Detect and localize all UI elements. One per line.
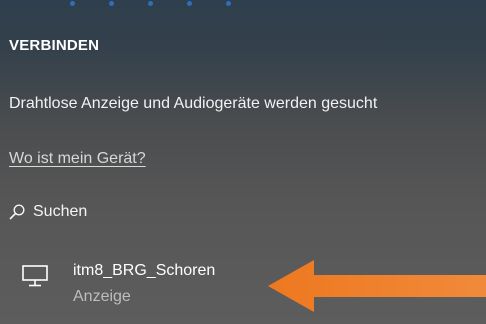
arrow-left-icon <box>266 258 486 319</box>
help-link[interactable]: Wo ist mein Gerät? <box>9 150 146 168</box>
search-label: Suchen <box>33 203 88 220</box>
progress-dot <box>226 1 231 6</box>
connect-panel: VERBINDEN Drahtlose Anzeige und Audioger… <box>0 0 486 324</box>
device-name: itm8_BRG_Schoren <box>73 262 216 279</box>
progress-dot <box>109 1 114 6</box>
progress-dot <box>187 1 192 6</box>
search-button[interactable]: Suchen <box>9 203 87 221</box>
progress-dots <box>70 0 231 8</box>
device-type: Anzeige <box>73 288 131 305</box>
progress-dot <box>70 1 75 6</box>
search-icon <box>9 204 25 220</box>
progress-dot <box>148 1 153 6</box>
device-item[interactable]: itm8_BRG_Schoren Anzeige <box>0 253 270 313</box>
monitor-icon <box>22 265 48 292</box>
panel-heading: VERBINDEN <box>9 37 100 54</box>
search-status-text: Drahtlose Anzeige und Audiogeräte werden… <box>9 95 378 112</box>
